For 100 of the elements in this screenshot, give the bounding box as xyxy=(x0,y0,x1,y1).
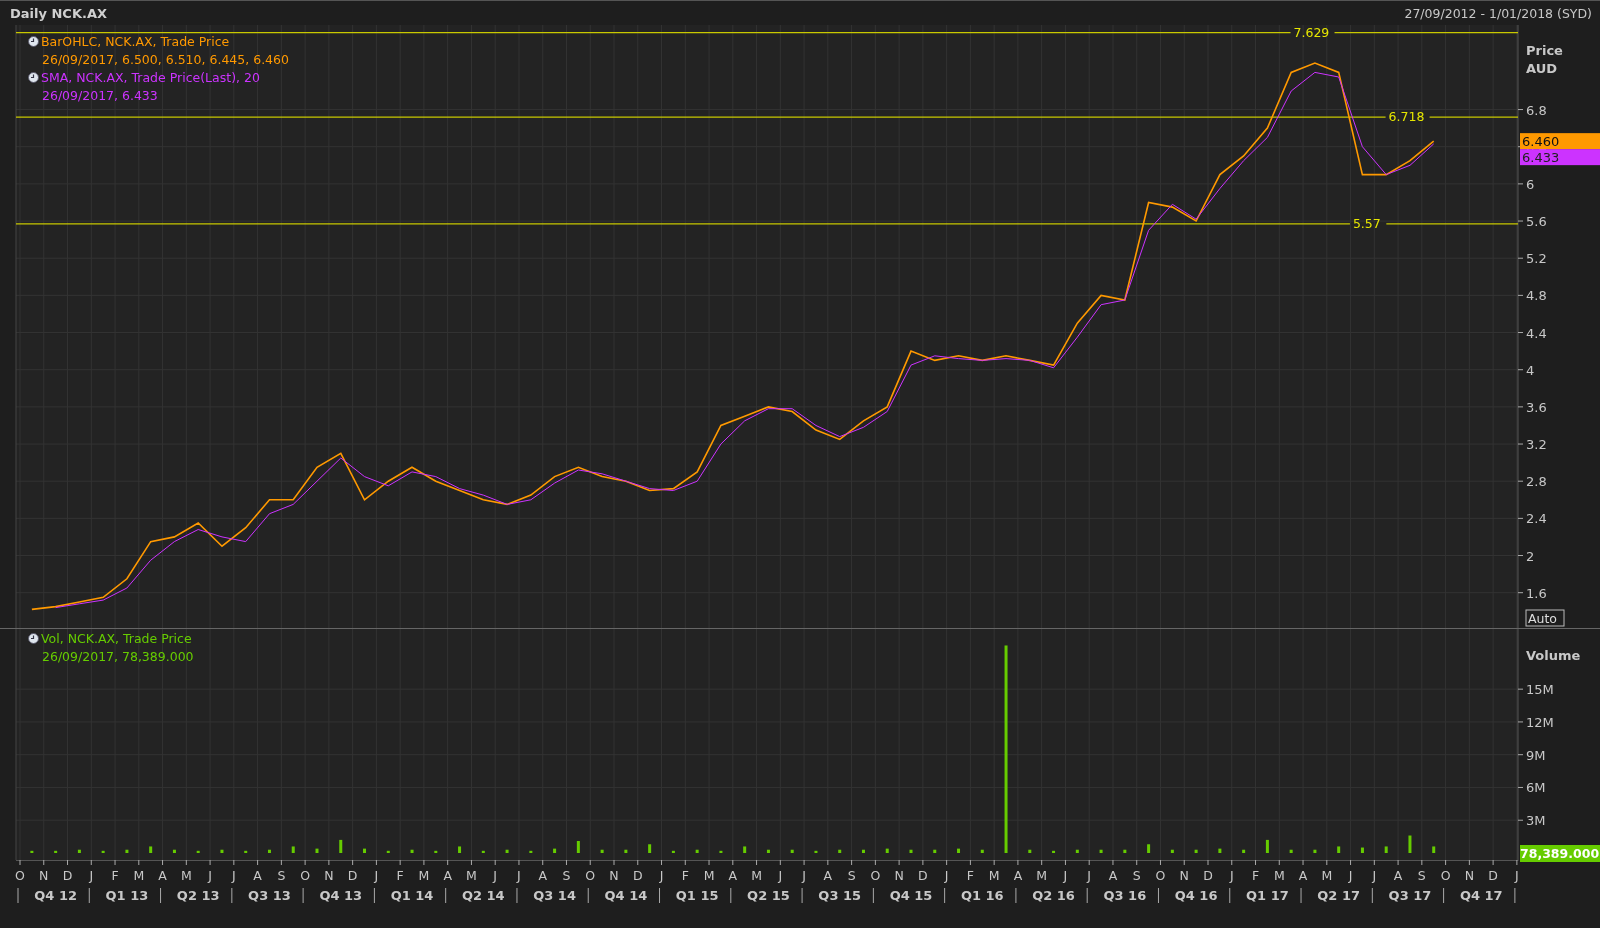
axis-tick-label: 6.8 xyxy=(1526,102,1547,118)
axis-tick-label: 6M xyxy=(1526,780,1546,796)
month-label: S xyxy=(847,868,856,883)
month-label: J xyxy=(659,868,664,883)
quarter-label: Q1 17 xyxy=(1246,888,1289,903)
legend-values: 26/09/2017, 78,389.000 xyxy=(41,648,194,665)
quarter-label: Q2 17 xyxy=(1317,888,1361,903)
value-tag: 78,389.000 xyxy=(1520,845,1600,862)
axis-tick-label: 4 xyxy=(1526,362,1535,378)
month-label: J xyxy=(89,868,94,883)
month-label: J xyxy=(1348,868,1353,883)
legend-series-name: Vol, NCK.AX, Trade Price xyxy=(41,630,192,647)
month-label: A xyxy=(1013,868,1023,883)
month-label: D xyxy=(1203,868,1213,883)
month-label: A xyxy=(728,868,738,883)
month-label: J xyxy=(208,868,212,883)
month-label: O xyxy=(870,868,881,883)
month-label: M xyxy=(1036,868,1048,883)
month-label: A xyxy=(158,868,167,883)
month-label: D xyxy=(347,868,358,883)
month-label: M xyxy=(418,868,430,883)
month-label: D xyxy=(632,868,643,883)
quarter-label: Q2 13 xyxy=(176,888,220,903)
quarter-label: Q4 17 xyxy=(1459,888,1503,903)
level-label: 6.718 xyxy=(1388,109,1425,125)
quarter-label: Q3 15 xyxy=(818,888,862,903)
axis-tick-label: 5.6 xyxy=(1526,214,1547,230)
axis-title: Volume xyxy=(1526,648,1581,663)
month-label: N xyxy=(324,868,334,883)
axis-tick-label: 1.6 xyxy=(1526,585,1547,601)
quarter-label: Q3 14 xyxy=(533,888,576,903)
axis-tick-label: 6 xyxy=(1526,176,1535,192)
month-label: D xyxy=(1488,868,1498,883)
month-label: O xyxy=(585,868,596,883)
month-label: J xyxy=(374,868,379,883)
month-label: N xyxy=(609,868,619,883)
quarter-label: Q4 15 xyxy=(889,888,933,903)
axis-tick-label: 5.2 xyxy=(1526,251,1547,267)
month-label: M xyxy=(180,868,192,883)
axis-tick-label: 15M xyxy=(1526,682,1554,698)
quarter-label: Q1 13 xyxy=(105,888,149,903)
month-label: M xyxy=(133,868,145,883)
month-label: N xyxy=(39,868,49,883)
month-label: M xyxy=(988,868,1000,883)
month-label: F xyxy=(111,868,119,883)
month-label: A xyxy=(823,868,833,883)
quarter-label: Q1 14 xyxy=(390,888,434,903)
month-label: A xyxy=(443,868,452,883)
quarter-label: Q4 13 xyxy=(319,888,363,903)
month-label: O xyxy=(1155,868,1166,883)
level-label: 5.57 xyxy=(1352,215,1381,231)
month-label: M xyxy=(1321,868,1333,883)
level-label: 7.629 xyxy=(1293,25,1330,40)
month-label: J xyxy=(944,868,949,883)
month-label: A xyxy=(538,868,547,883)
month-label: D xyxy=(918,868,928,883)
month-label: J xyxy=(1515,868,1519,883)
month-label: M xyxy=(1273,868,1285,883)
month-label: N xyxy=(894,868,904,883)
quarter-label: Q3 16 xyxy=(1103,888,1147,903)
month-label: D xyxy=(62,868,73,883)
quarter-label: Q3 13 xyxy=(248,888,291,903)
legend-series-name: BarOHLC, NCK.AX, Trade Price xyxy=(41,33,230,50)
month-label: N xyxy=(1464,868,1475,883)
quarter-label: Q4 12 xyxy=(34,888,77,903)
month-label: F xyxy=(966,868,974,883)
month-label: S xyxy=(562,868,571,883)
month-label: J xyxy=(1063,868,1068,883)
legend-series-name: SMA, NCK.AX, Trade Price(Last), 20 xyxy=(41,69,260,86)
month-label: A xyxy=(1393,868,1403,883)
month-label: F xyxy=(1251,868,1260,883)
month-label: A xyxy=(1298,868,1308,883)
axis-tick-label: 4.8 xyxy=(1526,288,1547,304)
month-label: J xyxy=(517,868,521,883)
axis-tick-label: 2.4 xyxy=(1526,511,1547,527)
axis-tick-label: 9M xyxy=(1526,747,1546,763)
quarter-label: Q1 16 xyxy=(960,888,1004,903)
legend-values: 26/09/2017, 6.500, 6.510, 6.445, 6.460 xyxy=(41,51,289,68)
month-label: J xyxy=(1372,868,1377,883)
month-label: J xyxy=(778,868,783,883)
month-label: J xyxy=(1087,868,1092,883)
axis-tick-label: 12M xyxy=(1526,714,1554,730)
month-label: A xyxy=(253,868,262,883)
month-label: J xyxy=(1229,868,1234,883)
month-label: M xyxy=(466,868,477,883)
axis-title: Price xyxy=(1526,43,1563,58)
axis-tick-label: 3M xyxy=(1526,813,1546,829)
month-label: S xyxy=(277,868,286,883)
month-label: A xyxy=(1108,868,1118,883)
quarter-label: Q2 16 xyxy=(1032,888,1075,903)
quarter-label: Q2 14 xyxy=(461,888,505,903)
axis-tick-label: 3.6 xyxy=(1526,399,1547,415)
month-label: S xyxy=(1417,868,1426,883)
month-label: S xyxy=(1132,868,1141,883)
month-label: O xyxy=(15,868,25,883)
quarter-label: Q4 16 xyxy=(1174,888,1218,903)
month-label: J xyxy=(232,868,236,883)
month-label: F xyxy=(396,868,404,883)
month-label: J xyxy=(493,868,498,883)
axis-tick-label: 3.2 xyxy=(1526,437,1547,453)
